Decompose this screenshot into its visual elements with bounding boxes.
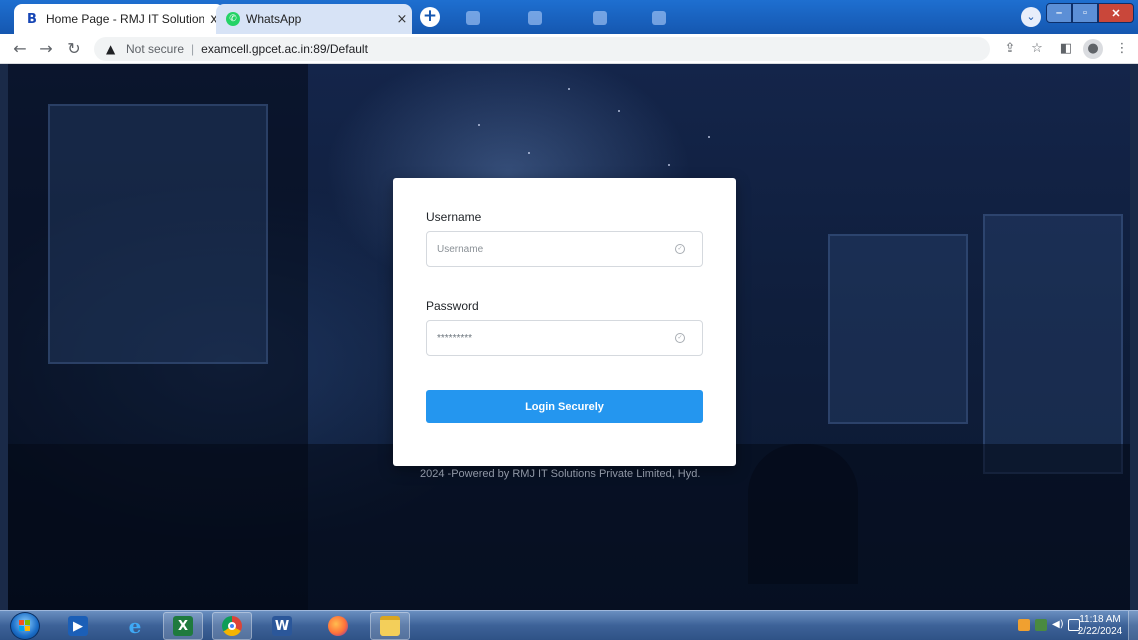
background-person <box>748 444 858 584</box>
rmj-favicon-icon: B <box>27 11 37 27</box>
share-icon[interactable]: ⇪ <box>1000 39 1020 59</box>
back-arrow-icon[interactable]: ← <box>10 39 30 59</box>
login-card: Username ✓ Password ✓ Login Securely <box>393 178 736 466</box>
close-window-button[interactable]: ✕ <box>1098 3 1134 23</box>
reload-icon[interactable]: ↻ <box>64 39 84 59</box>
background-star <box>708 136 710 138</box>
tab-search-icon[interactable]: ⌄ <box>1021 7 1041 27</box>
word-icon: W <box>272 616 292 636</box>
password-input[interactable] <box>426 320 703 356</box>
taskbar-internet-explorer[interactable]: e <box>115 612 155 640</box>
bookmark-star-icon[interactable]: ☆ <box>1027 39 1047 59</box>
background-star <box>668 164 670 166</box>
tab-whatsapp[interactable]: ✆ WhatsApp × <box>216 4 412 34</box>
warning-icon[interactable]: ▲ <box>106 42 120 56</box>
firefox-icon <box>328 616 348 636</box>
tab-home-page[interactable]: B Home Page - RMJ IT Solutions Pvt x <box>14 4 224 34</box>
internet-explorer-icon: e <box>128 614 142 638</box>
tab-close-icon[interactable]: × <box>392 12 412 27</box>
windows-taskbar: ▶ e X W ◀) 11:18 AM 2/22/2024 <box>0 610 1138 640</box>
footer-text: 2024 -Powered by RMJ IT Solutions Privat… <box>420 468 701 480</box>
show-desktop-button[interactable] <box>1128 611 1138 640</box>
username-label: Username <box>426 210 482 224</box>
start-button[interactable] <box>10 612 40 640</box>
new-tab-button[interactable]: + <box>420 7 440 27</box>
login-button[interactable]: Login Securely <box>426 390 703 423</box>
browser-tab-strip: B Home Page - RMJ IT Solutions Pvt x ✆ W… <box>0 0 1138 34</box>
page-viewport: Username ✓ Password ✓ Login Securely 202… <box>8 64 1130 610</box>
clock-time: 11:18 AM <box>1079 614 1121 625</box>
whatsapp-icon: ✆ <box>226 12 240 26</box>
volume-icon[interactable]: ◀) <box>1052 619 1064 631</box>
tab-title: WhatsApp <box>246 12 302 26</box>
password-validation-icon: ✓ <box>675 333 685 343</box>
system-clock[interactable]: 11:18 AM 2/22/2024 <box>1075 614 1125 638</box>
clock-date: 2/22/2024 <box>1077 626 1123 637</box>
blurred-tab-icon <box>466 11 480 25</box>
background-star <box>618 110 620 112</box>
media-player-icon: ▶ <box>68 616 88 636</box>
background-star <box>478 124 480 126</box>
background-window <box>48 104 268 364</box>
blurred-tab-icon <box>652 11 666 25</box>
background-window <box>983 214 1123 474</box>
blurred-tab-icon <box>593 11 607 25</box>
tray-update-icon[interactable] <box>1018 619 1030 631</box>
browser-toolbar: ← → ↻ ▲ Not secure | examcell.gpcet.ac.i… <box>0 34 1138 64</box>
tab-title: Home Page - RMJ IT Solutions Pvt <box>46 12 204 26</box>
username-validation-icon: ✓ <box>675 244 685 254</box>
url-text[interactable]: examcell.gpcet.ac.in:89/Default <box>201 42 368 56</box>
background-star <box>568 88 570 90</box>
taskbar-chrome[interactable] <box>212 612 252 640</box>
profile-avatar-icon[interactable]: ● <box>1083 39 1103 59</box>
taskbar-media-player[interactable]: ▶ <box>58 612 98 640</box>
menu-kebab-icon[interactable]: ⋮ <box>1112 39 1132 59</box>
password-label: Password <box>426 299 479 313</box>
forward-arrow-icon[interactable]: → <box>36 39 56 59</box>
excel-icon: X <box>173 616 193 636</box>
tray-network-icon[interactable] <box>1035 619 1047 631</box>
blurred-tab-icon <box>528 11 542 25</box>
taskbar-firefox[interactable] <box>318 612 358 640</box>
username-input[interactable] <box>426 231 703 267</box>
taskbar-excel[interactable]: X <box>163 612 203 640</box>
maximize-button[interactable]: ▫ <box>1072 3 1098 23</box>
taskbar-word[interactable]: W <box>262 612 302 640</box>
chrome-icon <box>222 616 242 636</box>
side-panel-icon[interactable]: ◧ <box>1056 39 1076 59</box>
background-star <box>528 152 530 154</box>
file-explorer-icon <box>380 616 400 636</box>
windows-logo-icon <box>19 620 31 632</box>
address-separator: | <box>191 42 195 56</box>
security-status[interactable]: Not secure <box>126 42 184 56</box>
minimize-button[interactable]: – <box>1046 3 1072 23</box>
taskbar-file-explorer[interactable] <box>370 612 410 640</box>
background-window <box>828 234 968 424</box>
address-bar[interactable]: ▲ Not secure | examcell.gpcet.ac.in:89/D… <box>94 37 990 61</box>
